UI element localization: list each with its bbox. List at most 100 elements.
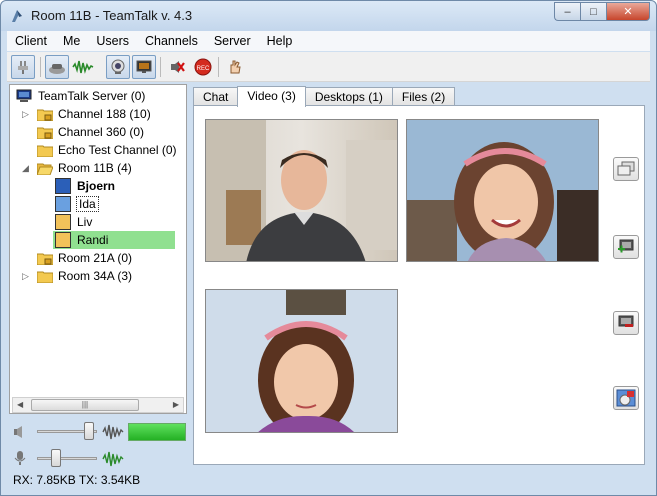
connect-button[interactable]: [11, 55, 35, 79]
title-bar: Room 11B - TeamTalk v. 4.3 – □ ✕: [1, 1, 656, 31]
svg-text:REC: REC: [197, 66, 210, 72]
windows-stack-icon: [617, 161, 635, 176]
maximize-button[interactable]: □: [580, 2, 606, 21]
user-label: Randi: [77, 233, 109, 247]
menu-client[interactable]: Client: [7, 34, 55, 48]
toolbar: REC: [7, 52, 650, 82]
video-stream-ida[interactable]: [205, 289, 398, 433]
volume-slider[interactable]: [84, 422, 94, 440]
tree-channel[interactable]: Room 21A (0): [37, 249, 132, 267]
record-icon: REC: [194, 58, 212, 76]
video-stream-randi[interactable]: [406, 119, 599, 262]
menu-channels[interactable]: Channels: [137, 34, 206, 48]
voice-activation-level-icon: [102, 451, 124, 467]
mute-all-icon: [171, 61, 185, 73]
speaker-icon: [14, 426, 22, 438]
channel-tree[interactable]: TeamTalk Server (0) ▷ Channel 188 (10) C…: [9, 84, 187, 414]
tree-channel[interactable]: Echo Test Channel (0): [37, 141, 177, 159]
tab-chat[interactable]: Chat: [193, 87, 239, 106]
tree-channel[interactable]: ▷ Channel 188 (10): [22, 105, 151, 123]
channel-label: Room 34A (3): [58, 269, 133, 283]
tree-user[interactable]: Bjoern: [55, 177, 115, 195]
channel-label: Channel 188 (10): [58, 107, 151, 121]
headset-icon: [49, 64, 65, 74]
mic-gain-slider[interactable]: [51, 449, 61, 467]
server-label: TeamTalk Server (0): [38, 89, 146, 103]
scroll-right-icon[interactable]: ▶: [173, 400, 179, 409]
hand-icon: [230, 60, 241, 74]
menu-bar: Client Me Users Channels Server Help: [7, 31, 650, 51]
window-title: Room 11B - TeamTalk v. 4.3: [31, 8, 193, 23]
remove-video-button[interactable]: [613, 311, 639, 335]
tree-channel-current[interactable]: ◢ Room 11B (4): [22, 159, 132, 177]
user-icon: [55, 214, 71, 230]
tree-user-selected[interactable]: Randi: [53, 231, 175, 249]
scrollbar-thumb[interactable]: |||: [31, 399, 139, 411]
channel-label: Room 11B (4): [58, 161, 132, 175]
tree-user[interactable]: Liv: [55, 213, 92, 231]
webcam-settings-icon: [616, 389, 636, 407]
tree-user[interactable]: Ida: [55, 195, 99, 213]
folder-locked-icon: [37, 127, 53, 139]
add-video-button[interactable]: [613, 235, 639, 259]
webcam-button[interactable]: [106, 55, 130, 79]
status-bar: RX: 7.85KB TX: 3.54KB: [13, 473, 141, 487]
collapse-arrow-icon[interactable]: ◢: [22, 164, 30, 173]
detach-video-button[interactable]: [613, 157, 639, 181]
folder-open-icon: [37, 163, 53, 175]
tree-server[interactable]: TeamTalk Server (0): [16, 87, 145, 105]
main-window: Room 11B - TeamTalk v. 4.3 – □ ✕ Client …: [0, 0, 657, 496]
video-frame: [407, 120, 598, 261]
video-frame: [206, 120, 397, 261]
menu-server[interactable]: Server: [206, 34, 259, 48]
menu-me[interactable]: Me: [55, 34, 88, 48]
menu-help[interactable]: Help: [259, 34, 301, 48]
folder-icon: [37, 145, 53, 157]
voice-activation-icon: [72, 60, 94, 74]
user-label: Bjoern: [77, 179, 116, 193]
user-icon: [55, 196, 71, 212]
teamtalk-logo-icon: [12, 10, 22, 22]
desktop-share-button[interactable]: [132, 55, 156, 79]
channel-label: Channel 360 (0): [58, 125, 145, 139]
tree-channel[interactable]: Channel 360 (0): [37, 123, 144, 141]
tab-desktops[interactable]: Desktops (1): [304, 87, 393, 106]
minimize-button[interactable]: –: [554, 2, 580, 21]
channel-label: Echo Test Channel (0): [58, 143, 177, 157]
user-label: Ida: [76, 196, 99, 212]
user-label: Liv: [77, 215, 93, 229]
scroll-left-icon[interactable]: ◀: [17, 400, 23, 409]
plug-icon: [18, 61, 28, 74]
folder-locked-icon: [37, 109, 53, 121]
video-frame: [206, 290, 397, 432]
video-stream-bjoern[interactable]: [205, 119, 398, 262]
expand-arrow-icon[interactable]: ▷: [22, 272, 30, 281]
folder-locked-icon: [37, 253, 53, 265]
tab-bar: Chat Video (3) Desktops (1) Files (2): [193, 86, 456, 107]
microphone-icon: [14, 451, 26, 465]
voice-activation-button[interactable]: [71, 55, 95, 79]
record-button[interactable]: REC: [191, 55, 215, 79]
tree-horizontal-scrollbar[interactable]: ◀ ||| ▶: [12, 397, 184, 413]
video-settings-button[interactable]: [613, 386, 639, 410]
mute-all-button[interactable]: [165, 55, 189, 79]
close-button[interactable]: ✕: [606, 2, 650, 21]
mic-gain-slider-track[interactable]: [37, 457, 97, 460]
raise-hand-button[interactable]: [223, 55, 247, 79]
push-to-talk-button[interactable]: [45, 55, 69, 79]
waveform-icon: [102, 424, 124, 440]
tab-files[interactable]: Files (2): [391, 87, 456, 106]
server-icon: [16, 89, 32, 102]
voice-level-meter: [128, 423, 186, 441]
tab-video[interactable]: Video (3): [237, 86, 306, 107]
expand-arrow-icon[interactable]: ▷: [22, 110, 30, 119]
monitor-add-icon: [618, 239, 634, 253]
tree-channel[interactable]: ▷ Room 34A (3): [22, 267, 132, 285]
channel-label: Room 21A (0): [58, 251, 133, 265]
monitor-remove-icon: [618, 315, 634, 327]
webcam-icon: [111, 59, 125, 74]
desktop-share-icon: [136, 60, 152, 73]
user-talking-icon: [55, 178, 71, 194]
menu-users[interactable]: Users: [88, 34, 137, 48]
folder-icon: [37, 271, 53, 283]
